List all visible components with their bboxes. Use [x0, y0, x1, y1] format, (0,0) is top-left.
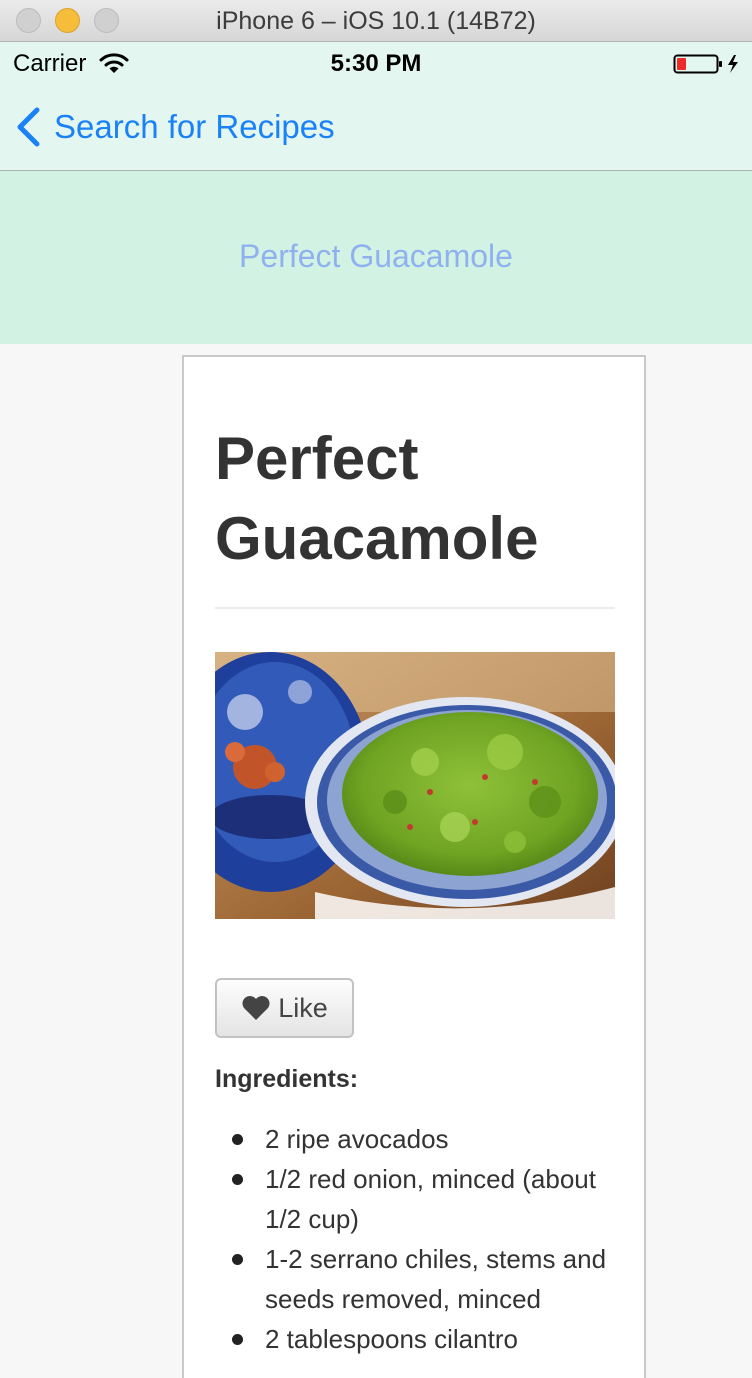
- ingredient-item: 1/2 red onion, minced (about 1/2 cup): [232, 1159, 625, 1239]
- page-header-banner: Perfect Guacamole: [0, 171, 752, 344]
- heart-icon: [242, 996, 270, 1020]
- recipe-photo: [215, 652, 615, 919]
- ingredient-item: 1-2 serrano chiles, stems and seeds remo…: [232, 1239, 625, 1319]
- back-button-label: Search for Recipes: [54, 108, 335, 145]
- window-title: iPhone 6 – iOS 10.1 (14B72): [216, 7, 536, 35]
- back-button[interactable]: Search for Recipes: [14, 105, 335, 149]
- simulator-window: iPhone 6 – iOS 10.1 (14B72) Carrier 5:30…: [0, 0, 752, 1378]
- like-button[interactable]: Like: [215, 978, 354, 1038]
- ingredient-item: 2 ripe avocados: [232, 1119, 625, 1159]
- ingredients-heading: Ingredients:: [215, 1065, 359, 1093]
- heading-divider: [215, 607, 615, 609]
- ios-navigation-area: Carrier 5:30 PM Search for Recipes: [0, 42, 752, 171]
- like-button-label: Like: [278, 992, 328, 1023]
- window-titlebar: iPhone 6 – iOS 10.1 (14B72): [0, 0, 752, 42]
- guacamole-image: [215, 652, 615, 919]
- status-time: 5:30 PM: [330, 50, 422, 77]
- recipe-card: Perfect Guacamole Like Ingredients: 2 ri…: [182, 355, 646, 1378]
- battery-icon: [673, 54, 738, 74]
- banner-title: Perfect Guacamole: [239, 238, 513, 274]
- ingredient-item: 2 tablespoons cilantro: [232, 1319, 625, 1359]
- recipe-title: Perfect Guacamole: [215, 425, 539, 572]
- back-chevron-icon: [17, 107, 40, 147]
- ingredients-list: 2 ripe avocados 1/2 red onion, minced (a…: [232, 1119, 625, 1359]
